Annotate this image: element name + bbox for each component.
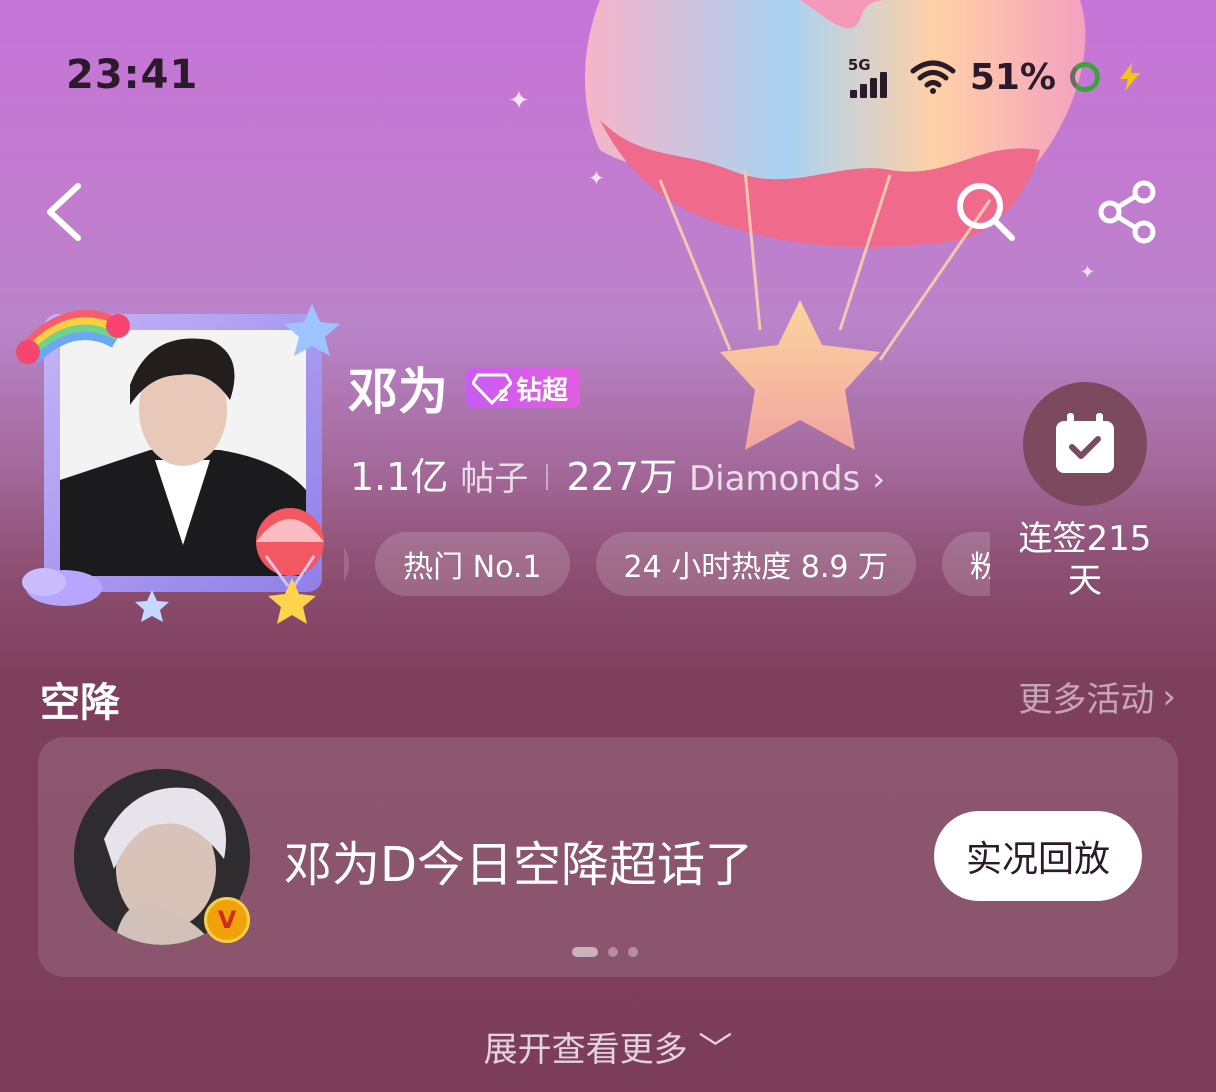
charging-bolt-icon (1120, 63, 1140, 91)
expand-more-label: 展开查看更多 (483, 1030, 688, 1070)
section-title: 空降 (40, 680, 120, 726)
topic-name: 邓为 (348, 363, 448, 421)
checkin-days: 连签215 (1018, 519, 1152, 559)
sparkle-icon: ✦ (1080, 262, 1096, 283)
diamond-icon: 2 (472, 373, 512, 405)
chevron-down-icon: ﹀ (698, 1030, 733, 1070)
expand-more-button[interactable]: 展开查看更多 ﹀ (0, 1022, 1216, 1071)
chevron-right-icon: › (872, 460, 885, 498)
carousel-indicator (572, 947, 638, 957)
top-navigation (0, 180, 1216, 250)
chevron-right-icon: › (1162, 676, 1176, 717)
diamond-super-badge[interactable]: 2 钻超 (466, 368, 581, 408)
checkin-widget[interactable]: 连签215 天 (1000, 382, 1170, 602)
status-indicators: 5G 51% (848, 56, 1146, 98)
avatar-decoration (14, 304, 340, 624)
tag-chip[interactable]: 24 小时热度 8.9 万 (595, 532, 917, 596)
posts-count: 1.1亿 (350, 455, 449, 499)
more-activities-label: 更多活动 (1018, 680, 1155, 720)
supertopic-screen: ✦ ✦ ✦ 23:41 5G 51% 邓为 2 钻超 1.1亿 帖子 227万 … (0, 0, 1216, 1092)
topic-title-row: 邓为 2 钻超 (348, 352, 581, 424)
battery-ring-icon (1070, 62, 1100, 92)
tag-chip[interactable]: 5 (344, 532, 350, 596)
topic-tags: 5 热门 No.1 24 小时热度 8.9 万 粉 (344, 532, 990, 598)
more-activities-link[interactable]: 更多活动 › (1018, 672, 1176, 721)
status-time: 23:41 (66, 52, 199, 98)
back-button[interactable] (40, 180, 90, 244)
status-bar: 23:41 5G 51% (0, 52, 1216, 108)
badge-label: 钻超 (516, 375, 569, 406)
checkin-label: 连签215 天 (1000, 518, 1170, 602)
tag-chip[interactable]: 热门 No.1 (375, 532, 570, 596)
verified-badge-icon: V (204, 897, 250, 943)
checkin-days-unit: 天 (1068, 561, 1102, 601)
wifi-icon (910, 60, 956, 94)
topic-stats[interactable]: 1.1亿 帖子 227万 Diamonds › (350, 446, 885, 501)
posts-label: 帖子 (460, 459, 529, 499)
search-button[interactable] (952, 180, 1020, 244)
live-replay-button[interactable]: 实况回放 (934, 811, 1142, 901)
svg-text:2: 2 (498, 386, 509, 405)
airdrop-card[interactable]: V 邓为D今日空降超话了 实况回放 (38, 737, 1178, 977)
diamonds-count: 227万 (566, 455, 677, 499)
checkin-button[interactable] (1023, 382, 1147, 506)
diamonds-label: Diamonds (688, 459, 861, 499)
calendar-check-icon (1056, 413, 1114, 473)
airdrop-message: 邓为D今日空降超话了 (284, 837, 753, 893)
airdrop-section-header: 空降 更多活动 › (40, 670, 1176, 727)
cellular-signal-icon: 5G (848, 56, 896, 98)
stats-divider (546, 464, 549, 490)
topic-avatar[interactable] (14, 296, 344, 626)
share-button[interactable] (1096, 180, 1162, 244)
tag-chip[interactable]: 粉 (942, 532, 990, 596)
battery-percentage: 51% (969, 56, 1056, 98)
